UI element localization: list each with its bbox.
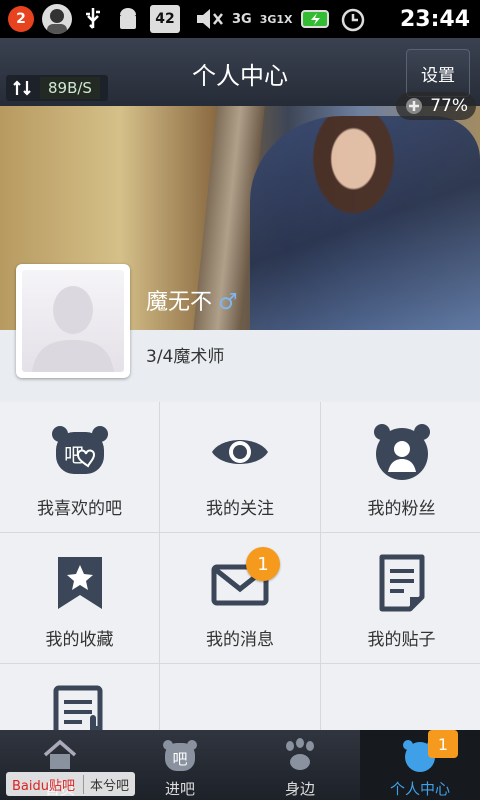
charging-battery-icon <box>300 5 331 33</box>
android-debug-icon <box>114 5 142 33</box>
battery-level-indicator: 42 <box>150 5 180 33</box>
watermark-tail: 本兮吧 <box>83 774 129 794</box>
grid-item-liked-bars[interactable]: 吧 我喜欢的吧 <box>0 402 159 532</box>
grid-item-fans[interactable]: 我的粉丝 <box>321 402 480 532</box>
username[interactable]: 魔无不 ♂ <box>146 284 238 316</box>
favorites-label: 我的收藏 <box>45 630 114 650</box>
eye-icon <box>212 440 268 464</box>
mute-icon <box>194 5 224 33</box>
bar-bear-icon: 吧 <box>163 740 197 771</box>
username-text: 魔无不 <box>146 290 213 315</box>
settings-button[interactable]: 设置 <box>406 49 470 97</box>
network-3g1x-label: 3G1X <box>259 12 293 26</box>
status-time: 23:44 <box>399 6 470 32</box>
battery-percent-text: 77% <box>430 96 468 116</box>
document-icon <box>379 554 424 612</box>
messages-unread-badge: 1 <box>246 547 280 581</box>
watermark-brand: Baidu贴吧 <box>12 778 75 794</box>
baidu-tieba-watermark: Baidu贴吧 本兮吧 <box>6 772 136 796</box>
home-icon <box>43 739 77 769</box>
contact-avatar-icon <box>42 4 72 34</box>
svg-text:吧: 吧 <box>172 750 187 768</box>
network-3g-label: 3G <box>232 11 252 27</box>
following-label: 我的关注 <box>206 499 274 519</box>
default-avatar-silhouette <box>22 270 124 372</box>
grid-item-following[interactable]: 我的关注 <box>160 402 320 532</box>
bookmark-star-icon <box>57 557 102 609</box>
grid-item-favorites[interactable]: 我的收藏 <box>0 533 159 663</box>
fans-label: 我的粉丝 <box>367 499 436 519</box>
tab-enter-bar[interactable]: 吧 进吧 <box>120 730 240 800</box>
avatar[interactable] <box>16 264 130 378</box>
posts-label: 我的贴子 <box>367 630 436 650</box>
profile-menu-grid: 吧 我喜欢的吧 我的关注 我的粉丝 我的收藏 我的消息 1 我的贴子 <box>0 402 480 794</box>
grid-item-messages[interactable]: 我的消息 1 <box>160 533 320 663</box>
grid-item-posts[interactable]: 我的贴子 <box>321 533 480 663</box>
tab-nearby-label: 身边 <box>284 780 315 798</box>
messages-label: 我的消息 <box>206 630 274 650</box>
paw-print-icon <box>286 738 314 770</box>
liked-bars-icon: 吧 <box>51 426 108 474</box>
notification-count-badge: 2 <box>8 6 34 32</box>
usb-icon <box>80 5 106 33</box>
cover-person-figure <box>250 116 480 330</box>
tab-enter-bar-label: 进吧 <box>164 780 195 798</box>
liked-bars-label: 我喜欢的吧 <box>37 499 122 519</box>
battery-percent-pill: 77% <box>396 92 476 120</box>
alarm-clock-icon <box>339 5 367 33</box>
gender-male-icon: ♂ <box>218 290 238 315</box>
plus-circle-icon <box>406 98 423 114</box>
profile-tab-badge: 1 <box>428 730 458 758</box>
user-level: 3/4魔术师 <box>146 347 225 367</box>
tab-profile-center-label: 个人中心 <box>389 780 450 798</box>
tab-profile-center[interactable]: 个人中心 1 <box>360 730 480 800</box>
status-bar: 2 42 3G 3G1X 23:44 <box>0 0 480 38</box>
tab-nearby[interactable]: 身边 <box>240 730 360 800</box>
fans-person-icon <box>373 424 430 480</box>
